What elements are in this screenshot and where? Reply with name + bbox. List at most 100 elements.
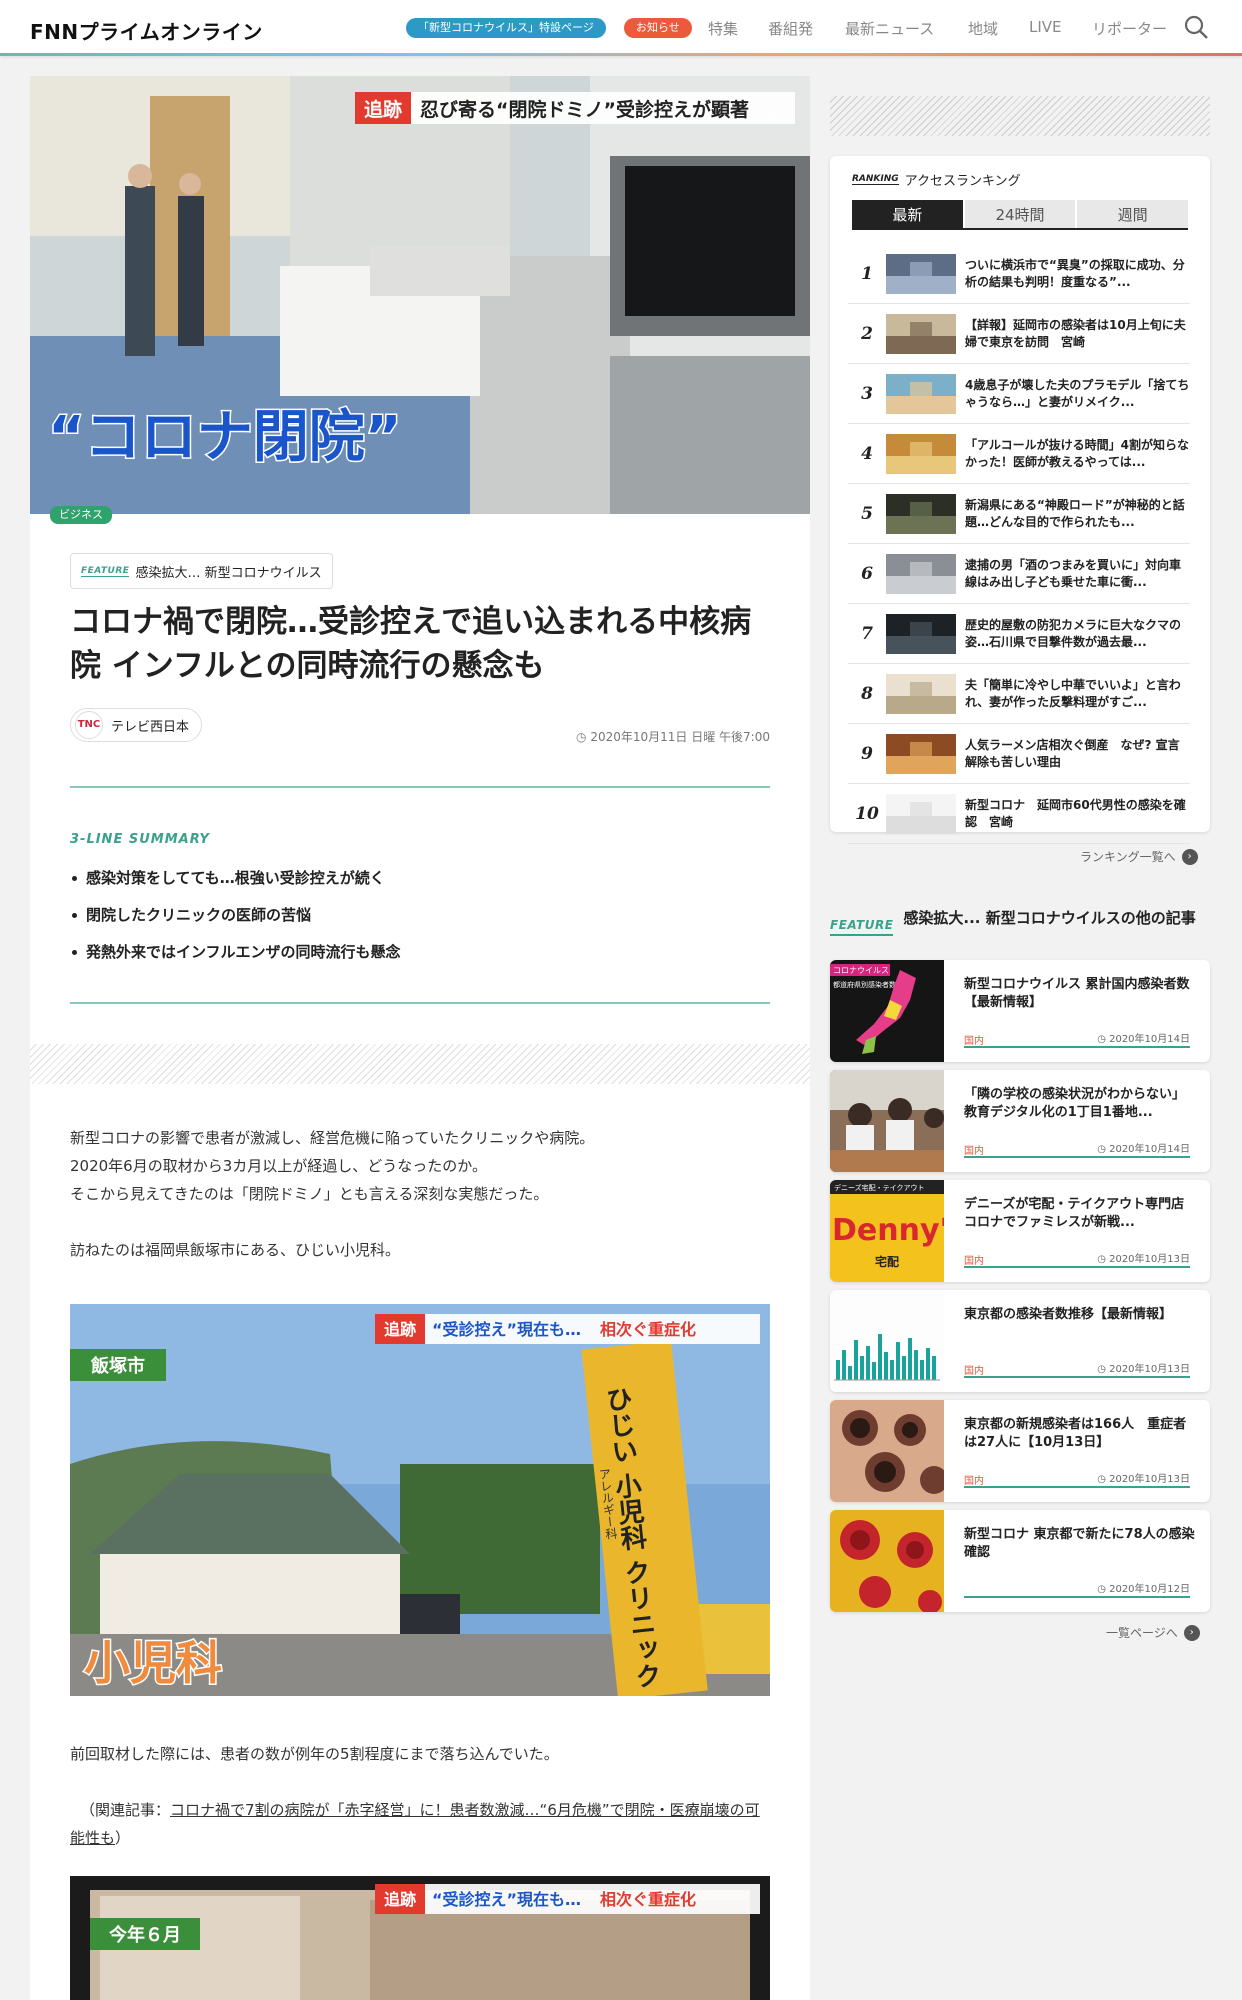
ranking-thumbnail (886, 253, 956, 294)
feature-card-date: ◷ 2020年10月12日 (1097, 1584, 1190, 1595)
nav-latest-news[interactable]: 最新ニュース (845, 18, 934, 39)
ranking-item[interactable]: 10 新型コロナ 延岡市60代男性の感染を確認 宮崎 (848, 784, 1190, 844)
ranking-title-text: 新型コロナ 延岡市60代男性の感染を確認 宮崎 (965, 797, 1186, 829)
notice-link[interactable]: お知らせ (624, 18, 692, 38)
related-article-link[interactable]: コロナ禍で7割の病院が「赤字経営」に！患者数激減…“6月危機”で閉院・医療崩壊の… (70, 1801, 760, 1847)
bar-graph-thumbnail (830, 1290, 944, 1392)
feature-card[interactable]: 東京都の感染者数推移【最新情報】 国内 ◷ 2020年10月13日 (830, 1290, 1210, 1392)
ranking-number: 6 (861, 563, 873, 584)
category-badge[interactable]: ビジネス (50, 506, 112, 524)
ranking-title: アクセスランキング (904, 174, 1021, 189)
clock-icon: ◷ (1097, 1144, 1110, 1155)
clinic-exterior-image: ひじい 小児科 クリニック アレルギー科 追跡 “受診控え”現在も… 相次ぐ重症… (70, 1304, 770, 1696)
summary-list: 感染対策をしてても…根強い受診控えが続く 閉院したクリニックの医師の苦悩 発熱外… (70, 860, 770, 971)
feature-tag[interactable]: FEATURE 感染拡大… 新型コロナウイルス (70, 553, 333, 589)
feature-card-title: 東京都の感染者数推移【最新情報】 (964, 1307, 1173, 1322)
img2-caption-b: 相次ぐ重症化 (600, 1320, 696, 1339)
feature-card-underline (964, 1266, 1190, 1268)
stripe-separator (30, 1044, 810, 1084)
ranking-title-text: 「アルコールが抜ける時間」4割が知らなかった！医師が教えるやっては... (965, 437, 1189, 469)
feature-card-title: 新型コロナウイルス 累計国内感染者数【最新情報】 (964, 977, 1190, 1010)
paragraph-visit: 訪ねたのは福岡県飯塚市にある、ひじい小児科。 (70, 1241, 401, 1259)
ranking-number: 1 (861, 263, 873, 284)
img2-overlay-text: 小児科 (84, 1636, 222, 1690)
paragraph-previous: 前回取材した際には、患者の数が例年の5割程度にまで落ち込んでいた。 (70, 1745, 559, 1763)
source-name: テレビ西日本 (111, 719, 190, 735)
feature-card-underline (964, 1486, 1190, 1488)
ranking-item[interactable]: 3 4歳息子が壊した夫のプラモデル「捨てちゃうなら…」と妻がリメイク... (848, 364, 1190, 424)
corona-special-link[interactable]: 「新型コロナウイルス」特設ページ (406, 18, 606, 38)
ranking-thumbnail (886, 493, 956, 534)
feature-card[interactable]: コロナウイルス 都道府県別感染者数 新型コロナウイルス 累計国内感染者数【最新情… (830, 960, 1210, 1062)
feature-card-category: 国内 (964, 1146, 984, 1157)
ranking-title-text: 新潟県にある“神殿ロード”が神秘的と話題…どんな目的で作られたも... (965, 497, 1185, 529)
coronavirus-thumbnail (830, 1510, 944, 1612)
nav-reporter[interactable]: リポーター (1092, 18, 1167, 39)
feature-card[interactable]: デニーズ宅配・テイクアウト Denny's 宅配 デニーズが宅配・テイクアウト専… (830, 1180, 1210, 1282)
feature-mini-label: FEATURE (81, 565, 130, 577)
nav-live[interactable]: LIVE (1029, 18, 1062, 36)
ranking-title-text: 人気ラーメン店相次ぐ倒産 なぜ? 宣言解除も苦しい理由 (965, 737, 1180, 769)
article-title: コロナ禍で閉院…受診控えで追い込まれる中核病院 インフルとの同時流行の懸念も (70, 604, 752, 684)
nav-programs[interactable]: 番組発 (768, 18, 813, 39)
site-logo[interactable]: FNNプライムオンライン (30, 16, 263, 45)
article-column: 追跡 忍び寄る“閉院ドミノ”受診控えが顕著 CUBE “コロナ閉院” ビジネス … (30, 76, 810, 2000)
ranking-item[interactable]: 4 「アルコールが抜ける時間」4割が知らなかった！医師が教えるやっては... (848, 424, 1190, 484)
feature-card-date: ◷ 2020年10月13日 (1097, 1254, 1190, 1265)
img2-caption-tag: 追跡 (384, 1320, 416, 1339)
ranking-number: 7 (861, 623, 873, 644)
clock-icon: ◷ (1097, 1474, 1110, 1485)
feature-card[interactable]: 「隣の学校の感染状況がわからない」教育デジタル化の1丁目1番地... 国内 ◷ … (830, 1070, 1210, 1172)
clock-icon: ◷ (576, 730, 591, 744)
img3-label: 今年６月 (109, 1924, 181, 1946)
ranking-number: 4 (861, 443, 873, 464)
img3-caption-b: 相次ぐ重症化 (600, 1890, 696, 1909)
feature-card-title: デニーズが宅配・テイクアウト専門店 コロナでファミレスが新戦... (964, 1197, 1196, 1230)
clinic-interior-image: 追跡 “受診控え”現在も… 相次ぐ重症化 今年６月 (70, 1876, 770, 2000)
search-icon[interactable] (1183, 14, 1209, 40)
ranking-title-text: 【詳報】延岡市の感染者は10月上旬に夫婦で東京を訪問 宮崎 (965, 317, 1186, 349)
ranking-item[interactable]: 2 【詳報】延岡市の感染者は10月上旬に夫婦で東京を訪問 宮崎 (848, 304, 1190, 364)
ranking-item[interactable]: 6 逮捕の男「酒のつまみを買いに」対向車線はみ出し子ども乗せた車に衝... (848, 544, 1190, 604)
ranking-number: 10 (855, 803, 879, 824)
tab-weekly[interactable]: 週間 (1077, 200, 1189, 228)
img2-caption-a: “受診控え”現在も… (432, 1320, 581, 1339)
ranking-thumbnail (886, 373, 956, 414)
feature-card-date: ◷ 2020年10月13日 (1097, 1474, 1190, 1485)
ranking-item[interactable]: 8 夫「簡単に冷やし中華でいいよ」と言われ、妻が作った反撃料理がすご... (848, 664, 1190, 724)
summary-item: 発熱外来ではインフルエンザの同時流行も懸念 (70, 934, 770, 971)
dennys-thumbnail: デニーズ宅配・テイクアウト Denny's 宅配 (830, 1180, 944, 1282)
img2-place-label: 飯塚市 (90, 1355, 145, 1377)
ranking-item[interactable]: 1 ついに横浜市で“異臭”の採取に成功、分析の結果も判明！度重なる”... (848, 244, 1190, 304)
nav-feature[interactable]: 特集 (708, 18, 738, 39)
ranking-more-link[interactable]: ランキング一覧へ › (1080, 848, 1198, 865)
ranking-panel: RANKING アクセスランキング 最新 24時間 週間 1 ついに横浜市で“異臭… (830, 156, 1210, 844)
source-badge[interactable]: TNC テレビ西日本 (70, 708, 203, 742)
feature-card[interactable]: 新型コロナ 東京都で新たに78人の感染確認 ◷ 2020年10月12日 (830, 1510, 1210, 1612)
hero-brand: CUBE (758, 113, 783, 123)
feature-card[interactable]: 東京都の新規感染者は166人 重症者は27人に【10月13日】 国内 ◷ 202… (830, 1400, 1210, 1502)
feature-more-link[interactable]: 一覧ページへ › (1106, 1624, 1200, 1641)
map-thumb-label: コロナウイルス (833, 966, 889, 975)
hero-image: 追跡 忍び寄る“閉院ドミノ”受診控えが顕著 CUBE “コロナ閉院” (30, 76, 810, 514)
clock-icon: ◷ (1097, 1254, 1110, 1265)
nav-region[interactable]: 地域 (968, 18, 998, 39)
ranking-item[interactable]: 5 新潟県にある“神殿ロード”が神秘的と話題…どんな目的で作られたも... (848, 484, 1190, 544)
classroom-thumbnail (830, 1070, 944, 1172)
clinic-interior-photo: 追跡 “受診控え”現在も… 相次ぐ重症化 今年６月 (70, 1876, 770, 2000)
ranking-item[interactable]: 7 歴史的屋敷の防犯カメラに巨大なクマの姿…石川県で目撃件数が過去最... (848, 604, 1190, 664)
tab-24h[interactable]: 24時間 (964, 200, 1076, 228)
chevron-right-icon: › (1181, 848, 1198, 865)
summary-title: 3-LINE SUMMARY (70, 832, 210, 847)
ranking-item[interactable]: 9 人気ラーメン店相次ぐ倒産 なぜ? 宣言解除も苦しい理由 (848, 724, 1190, 784)
img3-caption-tag: 追跡 (384, 1890, 416, 1909)
header-accent-line (0, 53, 1242, 56)
feature-card-title: 新型コロナ 東京都で新たに78人の感染確認 (964, 1527, 1195, 1560)
feature-mini-label: FEATURE (830, 918, 894, 936)
feature-header: FEATURE 感染拡大... 新型コロナウイルスの他の記事 (830, 908, 1210, 936)
feature-label: 感染拡大… 新型コロナウイルス (135, 565, 322, 581)
clock-icon: ◷ (1097, 1034, 1110, 1045)
ranking-title-text: 歴史的屋敷の防犯カメラに巨大なクマの姿…石川県で目撃件数が過去最... (965, 617, 1182, 649)
ranking-thumbnail (886, 673, 956, 714)
tab-latest[interactable]: 最新 (852, 200, 963, 228)
